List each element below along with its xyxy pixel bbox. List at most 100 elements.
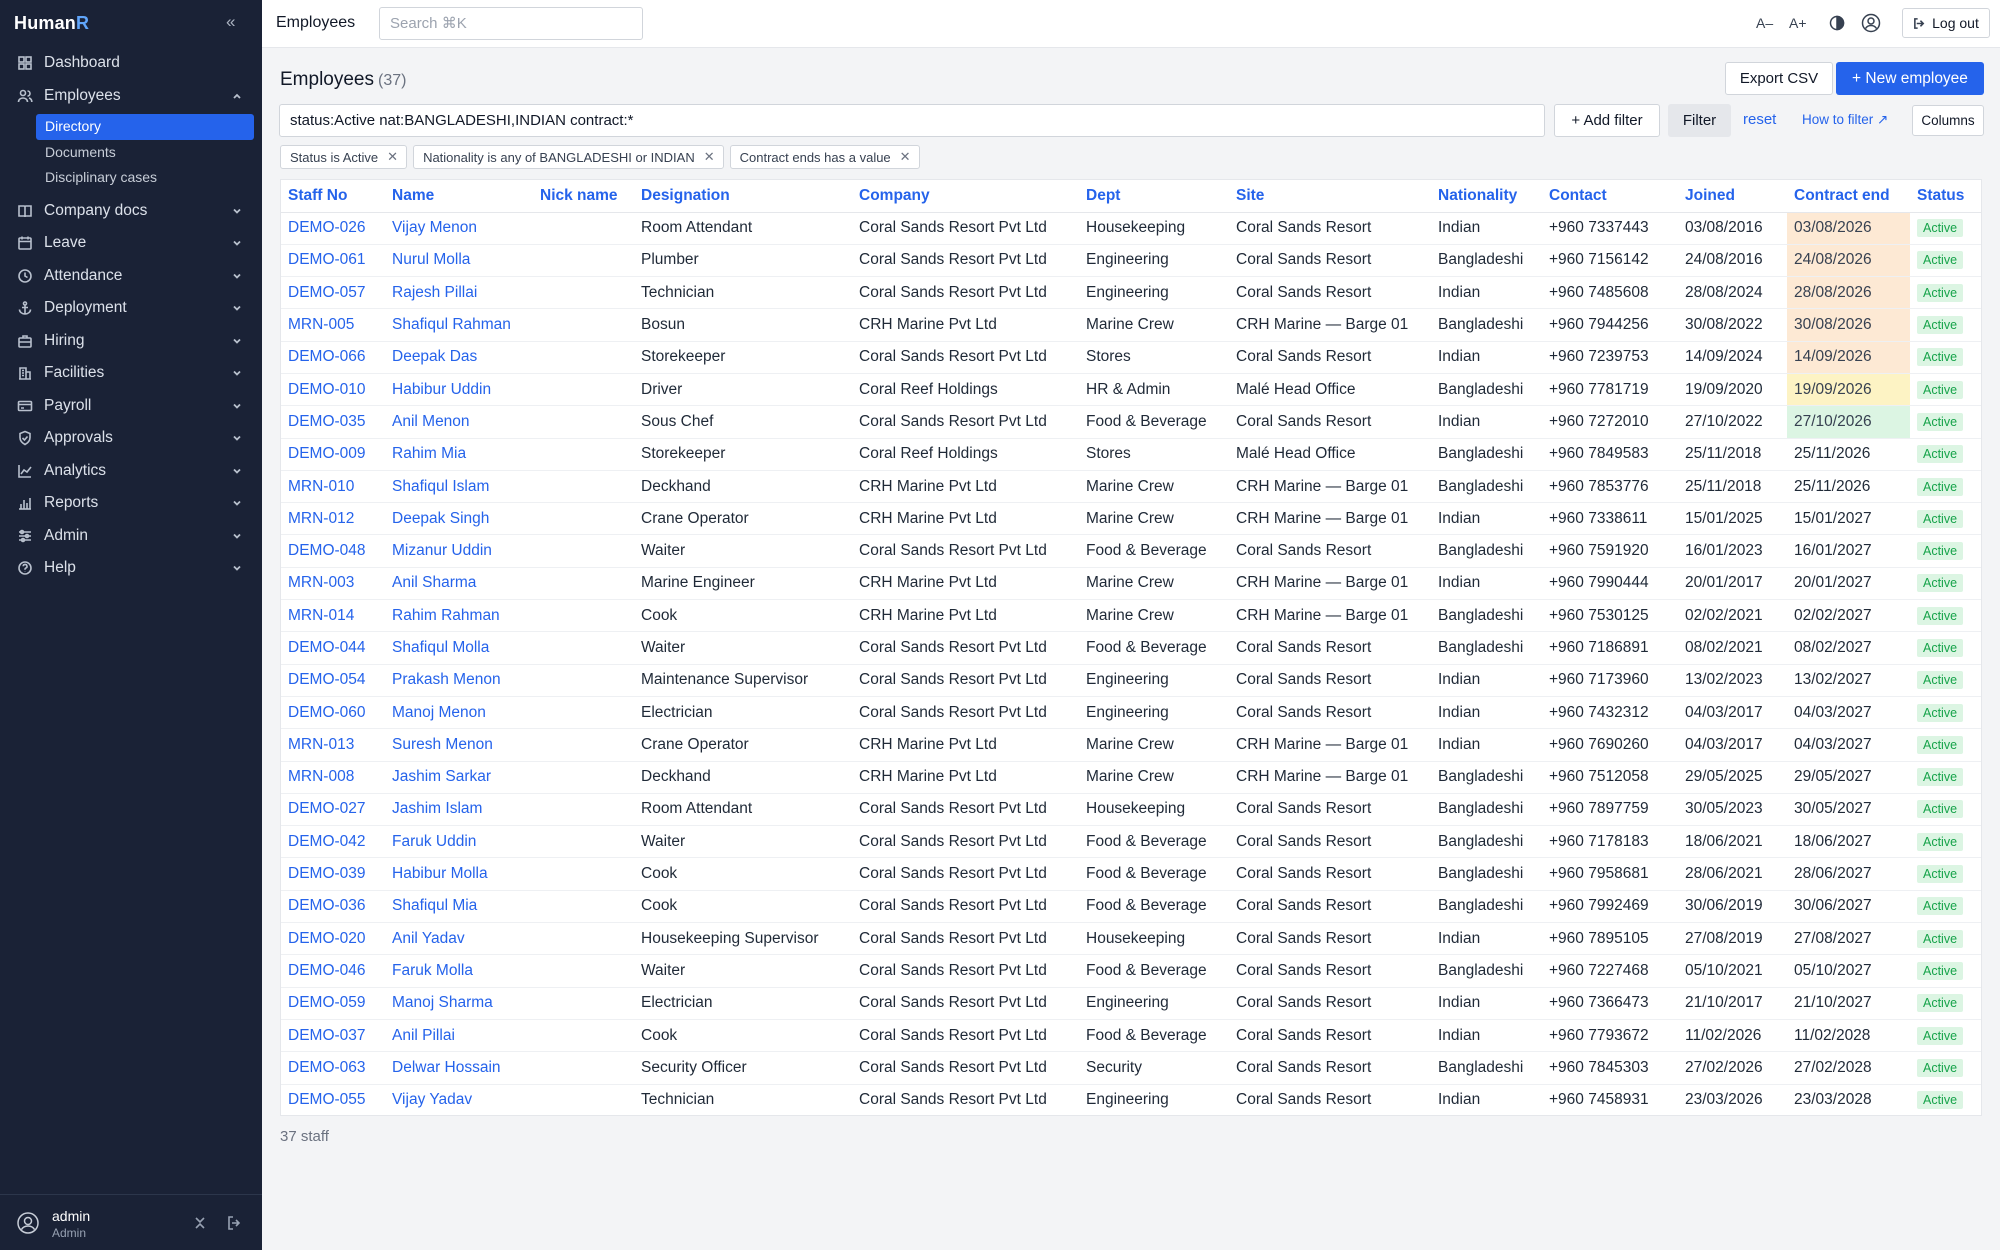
sidebar-item-approvals[interactable]: Approvals [0, 422, 262, 455]
collapse-sidebar-icon[interactable]: « [226, 12, 235, 32]
column-header-nick-name[interactable]: Nick name [533, 180, 634, 213]
column-header-joined[interactable]: Joined [1678, 180, 1787, 213]
table-row[interactable]: DEMO-020 Anil Yadav Housekeeping Superviso… [281, 922, 1981, 956]
cell-name[interactable]: Anil Menon [385, 405, 533, 439]
column-header-contract-end[interactable]: Contract end [1787, 180, 1910, 213]
cell-staff-no[interactable]: DEMO-020 [281, 922, 385, 956]
table-row[interactable]: DEMO-044 Shafiqul Molla Waiter Coral Sands … [281, 631, 1981, 665]
remove-chip-icon[interactable]: ✕ [387, 149, 398, 165]
cell-name[interactable]: Faruk Molla [385, 954, 533, 988]
cell-name[interactable]: Habibur Molla [385, 857, 533, 891]
filter-query-input[interactable]: status:Active nat:BANGLADESHI,INDIAN con… [279, 104, 1545, 137]
cell-staff-no[interactable]: DEMO-036 [281, 890, 385, 924]
sidebar-item-facilities[interactable]: Facilities [0, 357, 262, 390]
cell-staff-no[interactable]: DEMO-066 [281, 341, 385, 374]
column-header-contact[interactable]: Contact [1542, 180, 1678, 213]
cell-staff-no[interactable]: DEMO-035 [281, 405, 385, 439]
column-header-staff-no[interactable]: Staff No [281, 180, 385, 213]
cell-name[interactable]: Suresh Menon [385, 728, 533, 762]
cell-staff-no[interactable]: DEMO-044 [281, 631, 385, 665]
cell-staff-no[interactable]: DEMO-026 [281, 212, 385, 245]
table-row[interactable]: DEMO-059 Manoj Sharma Electrician Coral San… [281, 987, 1981, 1020]
cell-staff-no[interactable]: DEMO-055 [281, 1084, 385, 1115]
cell-staff-no[interactable]: DEMO-063 [281, 1051, 385, 1085]
cell-name[interactable]: Mizanur Uddin [385, 534, 533, 568]
logout-button[interactable]: Log out [1902, 8, 1990, 38]
sidebar-item-payroll[interactable]: Payroll [0, 390, 262, 423]
cell-staff-no[interactable]: MRN-012 [281, 502, 385, 536]
cell-staff-no[interactable]: DEMO-010 [281, 373, 385, 407]
cell-staff-no[interactable]: MRN-003 [281, 567, 385, 601]
cell-name[interactable]: Faruk Uddin [385, 825, 533, 859]
cell-staff-no[interactable]: DEMO-057 [281, 276, 385, 310]
app-logo[interactable]: HumanR [14, 13, 89, 34]
column-header-nationality[interactable]: Nationality [1431, 180, 1542, 213]
cell-name[interactable]: Manoj Sharma [385, 987, 533, 1020]
cell-name[interactable]: Deepak Das [385, 341, 533, 374]
cell-staff-no[interactable]: MRN-005 [281, 308, 385, 342]
sidebar-item-employees[interactable]: Employees [0, 80, 262, 113]
cell-name[interactable]: Rahim Mia [385, 438, 533, 471]
cell-name[interactable]: Shafiqul Mia [385, 890, 533, 924]
cell-name[interactable]: Prakash Menon [385, 664, 533, 697]
table-row[interactable]: DEMO-055 Vijay Yadav Technician Coral Sands… [281, 1084, 1981, 1115]
cell-staff-no[interactable]: DEMO-042 [281, 825, 385, 859]
table-row[interactable]: MRN-014 Rahim Rahman Cook CRH Marine Pvt Lt… [281, 599, 1981, 633]
cell-name[interactable]: Jashim Sarkar [385, 761, 533, 794]
table-row[interactable]: MRN-003 Anil Sharma Marine Engineer CRH Mar… [281, 567, 1981, 601]
cell-staff-no[interactable]: DEMO-059 [281, 987, 385, 1020]
cell-name[interactable]: Shafiqul Rahman [385, 308, 533, 342]
cell-staff-no[interactable]: DEMO-009 [281, 438, 385, 471]
table-row[interactable]: MRN-005 Shafiqul Rahman Bosun CRH Marine Pv… [281, 308, 1981, 342]
filter-chip[interactable]: Status is Active ✕ [280, 145, 408, 169]
sidebar-item-attendance[interactable]: Attendance [0, 260, 262, 293]
cell-staff-no[interactable]: DEMO-054 [281, 664, 385, 697]
search-input[interactable]: Search ⌘K [379, 7, 643, 40]
cell-name[interactable]: Vijay Menon [385, 212, 533, 245]
decrease-font-button[interactable]: A– [1756, 15, 1773, 31]
column-header-name[interactable]: Name [385, 180, 533, 213]
cell-staff-no[interactable]: DEMO-039 [281, 857, 385, 891]
account-icon[interactable] [1861, 13, 1881, 33]
cell-name[interactable]: Anil Yadav [385, 922, 533, 956]
sidebar-item-hiring[interactable]: Hiring [0, 325, 262, 358]
sidebar-item-analytics[interactable]: Analytics [0, 455, 262, 488]
cell-staff-no[interactable]: DEMO-061 [281, 244, 385, 278]
cell-name[interactable]: Shafiqul Islam [385, 470, 533, 504]
table-row[interactable]: DEMO-060 Manoj Menon Electrician Coral Sand… [281, 696, 1981, 730]
avatar-icon[interactable] [16, 1211, 40, 1235]
sidebar-item-company-docs[interactable]: Company docs [0, 195, 262, 228]
table-row[interactable]: DEMO-036 Shafiqul Mia Cook Coral Sands Reso… [281, 890, 1981, 924]
expand-collapse-icon[interactable] [192, 1215, 208, 1231]
cell-name[interactable]: Rajesh Pillai [385, 276, 533, 310]
sidebar-item-admin[interactable]: Admin [0, 520, 262, 553]
cell-staff-no[interactable]: DEMO-037 [281, 1019, 385, 1053]
table-row[interactable]: DEMO-057 Rajesh Pillai Technician Coral San… [281, 276, 1981, 310]
table-row[interactable]: DEMO-026 Vijay Menon Room Attendant Coral S… [281, 212, 1981, 245]
sidebar-item-dashboard[interactable]: Dashboard [0, 47, 262, 80]
table-row[interactable]: DEMO-054 Prakash Menon Maintenance Supervi… [281, 664, 1981, 697]
table-row[interactable]: DEMO-048 Mizanur Uddin Waiter Coral Sands R… [281, 534, 1981, 568]
cell-name[interactable]: Manoj Menon [385, 696, 533, 730]
sidebar-item-deployment[interactable]: Deployment [0, 292, 262, 325]
table-row[interactable]: MRN-010 Shafiqul Islam Deckhand CRH Marine … [281, 470, 1981, 504]
sidebar-item-help[interactable]: Help [0, 552, 262, 585]
logout-icon[interactable] [226, 1215, 242, 1231]
filter-chip[interactable]: Contract ends has a value ✕ [729, 145, 920, 169]
filter-chip[interactable]: Nationality is any of BANGLADESHI or IND… [413, 145, 724, 169]
cell-staff-no[interactable]: DEMO-048 [281, 534, 385, 568]
cell-name[interactable]: Vijay Yadav [385, 1084, 533, 1115]
cell-name[interactable]: Habibur Uddin [385, 373, 533, 407]
subnav-item-disciplinary-cases[interactable]: Disciplinary cases [36, 165, 254, 191]
table-row[interactable]: DEMO-063 Delwar Hossain Security Officer Co… [281, 1051, 1981, 1085]
columns-button[interactable]: Columns [1912, 105, 1984, 136]
reset-link[interactable]: reset [1743, 111, 1776, 128]
table-row[interactable]: DEMO-046 Faruk Molla Waiter Coral Sands Res… [281, 954, 1981, 988]
cell-staff-no[interactable]: MRN-013 [281, 728, 385, 762]
table-row[interactable]: DEMO-035 Anil Menon Sous Chef Coral Sands R… [281, 405, 1981, 439]
column-header-designation[interactable]: Designation [634, 180, 852, 213]
table-row[interactable]: MRN-013 Suresh Menon Crane Operator CRH Mar… [281, 728, 1981, 762]
remove-chip-icon[interactable]: ✕ [704, 149, 715, 165]
cell-name[interactable]: Anil Pillai [385, 1019, 533, 1053]
cell-staff-no[interactable]: MRN-010 [281, 470, 385, 504]
